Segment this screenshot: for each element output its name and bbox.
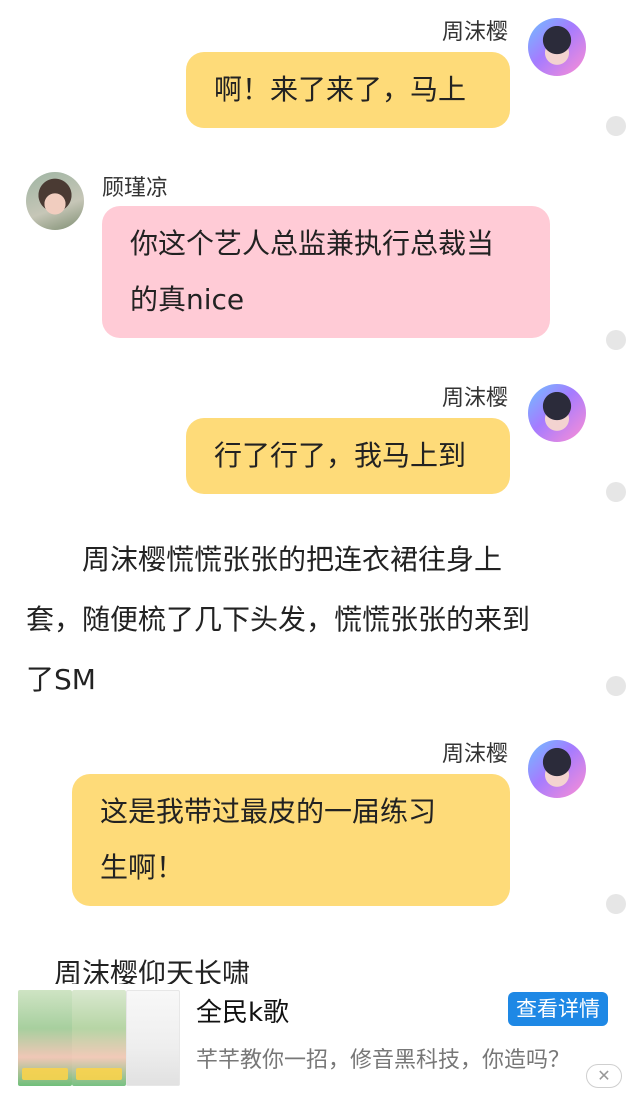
view-details-button[interactable]: 查看详情 <box>508 992 608 1026</box>
read-indicator <box>606 116 626 136</box>
read-indicator <box>606 330 626 350</box>
narration-line: 了SM <box>26 663 96 696</box>
ad-thumbnail <box>72 990 126 1086</box>
narration-line: 套，随便梳了几下头发，慌慌张张的来到 <box>26 603 531 636</box>
sender-name: 周沫樱 <box>442 20 509 45</box>
ad-title[interactable]: 全民k歌 <box>196 992 289 1029</box>
narration-partial: 周沫樱仰天长啸 <box>26 957 251 984</box>
sender-avatar[interactable] <box>528 740 586 798</box>
message-text-line: 生啊！ <box>100 851 185 884</box>
message-text: 行了行了，我马上到 <box>214 439 467 472</box>
message-text: 啊！来了来了，马上 <box>214 73 467 106</box>
ad-thumbnail <box>18 990 72 1086</box>
sender-avatar[interactable] <box>528 384 586 442</box>
close-icon[interactable]: ✕ <box>586 1064 622 1088</box>
ad-banner[interactable]: 全民k歌 查看详情 芊芊教你一招，修音黑科技，你造吗？ ✕ <box>0 984 640 1094</box>
message-bubble[interactable]: 这是我带过最皮的一届练习 生啊！ <box>72 774 510 906</box>
ad-description: 芊芊教你一招，修音黑科技，你造吗？ <box>196 1048 571 1073</box>
read-indicator <box>606 894 626 914</box>
read-indicator <box>606 676 626 696</box>
message-bubble[interactable]: 行了行了，我马上到 <box>186 418 510 494</box>
message-bubble[interactable]: 你这个艺人总监兼执行总裁当 的真nice <box>102 206 550 338</box>
sender-name: 周沫樱 <box>442 742 509 767</box>
ad-thumbnail <box>126 990 180 1086</box>
sender-avatar[interactable] <box>528 18 586 76</box>
narration-line: 周沫樱慌慌张张的把连衣裙往身上 <box>26 543 503 576</box>
read-indicator <box>606 482 626 502</box>
message-bubble[interactable]: 啊！来了来了，马上 <box>186 52 510 128</box>
message-text-line: 的真nice <box>130 283 245 316</box>
sender-name: 周沫樱 <box>442 386 509 411</box>
message-text-line: 你这个艺人总监兼执行总裁当 <box>130 227 495 260</box>
narration-paragraph: 周沫樱慌慌张张的把连衣裙往身上 套，随便梳了几下头发，慌慌张张的来到 了SM <box>26 530 586 710</box>
sender-avatar[interactable] <box>26 172 84 230</box>
message-text-line: 这是我带过最皮的一届练习 <box>100 795 437 828</box>
sender-name: 顾瑾凉 <box>102 176 169 201</box>
